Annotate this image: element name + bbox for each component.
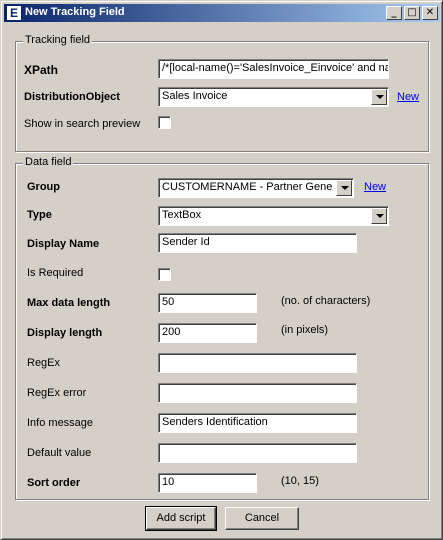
tracking-field-group-title: Tracking field bbox=[23, 34, 93, 46]
info-message-input[interactable]: Senders Identification bbox=[158, 413, 357, 433]
display-name-label: Display Name bbox=[27, 238, 100, 250]
group-select[interactable]: CUSTOMERNAME - Partner General bbox=[158, 178, 354, 198]
dialog-window: E New Tracking Field _ □ ✕ Tracking fiel… bbox=[0, 0, 443, 540]
display-length-hint: (in pixels) bbox=[281, 324, 329, 336]
xpath-input[interactable]: /*[local-name()='SalesInvoice_Einvoice' … bbox=[158, 59, 389, 79]
type-select[interactable]: TextBox bbox=[158, 206, 389, 226]
max-data-length-label: Max data length bbox=[27, 297, 111, 309]
regex-input[interactable] bbox=[158, 353, 357, 373]
type-dropdown-button[interactable] bbox=[371, 208, 387, 224]
app-icon: E bbox=[6, 5, 22, 21]
sort-order-label: Sort order bbox=[27, 477, 81, 489]
sort-order-hint: (10, 15) bbox=[281, 475, 319, 487]
xpath-label: XPath bbox=[24, 63, 59, 77]
max-data-length-hint: (no. of characters) bbox=[281, 295, 371, 307]
chevron-down-icon bbox=[376, 95, 384, 99]
title-bar[interactable]: E New Tracking Field _ □ ✕ bbox=[4, 4, 440, 22]
data-field-group-title: Data field bbox=[23, 156, 74, 168]
distribution-object-label: DistributionObject bbox=[24, 91, 120, 103]
chevron-down-icon bbox=[376, 214, 384, 218]
group-label: Group bbox=[27, 181, 60, 193]
info-message-label: Info message bbox=[27, 417, 94, 429]
distribution-object-value: Sales Invoice bbox=[162, 90, 228, 102]
group-select-value: CUSTOMERNAME - Partner General bbox=[162, 181, 333, 193]
show-in-search-preview-label: Show in search preview bbox=[24, 118, 141, 130]
display-name-input[interactable]: Sender Id bbox=[158, 233, 357, 253]
sort-order-input[interactable]: 10 bbox=[158, 473, 257, 493]
distribution-object-dropdown-button[interactable] bbox=[371, 89, 387, 105]
default-value-input[interactable] bbox=[158, 443, 357, 463]
close-button[interactable]: ✕ bbox=[422, 6, 438, 20]
new-group-link[interactable]: New bbox=[364, 181, 386, 193]
type-select-value: TextBox bbox=[162, 209, 202, 221]
type-label: Type bbox=[27, 209, 52, 221]
add-script-button[interactable]: Add script bbox=[145, 506, 217, 531]
show-in-search-preview-checkbox[interactable] bbox=[158, 116, 171, 129]
maximize-button[interactable]: □ bbox=[404, 6, 420, 20]
group-dropdown-button[interactable] bbox=[336, 180, 352, 196]
minimize-button[interactable]: _ bbox=[386, 6, 402, 20]
regex-error-label: RegEx error bbox=[27, 387, 87, 399]
chevron-down-icon bbox=[341, 186, 349, 190]
regex-label: RegEx bbox=[27, 357, 61, 369]
default-value-label: Default value bbox=[27, 447, 92, 459]
window-title: New Tracking Field bbox=[25, 6, 125, 18]
is-required-label: Is Required bbox=[27, 267, 84, 279]
regex-error-input[interactable] bbox=[158, 383, 357, 403]
display-length-input[interactable]: 200 bbox=[158, 323, 257, 343]
distribution-object-select[interactable]: Sales Invoice bbox=[158, 87, 389, 107]
display-length-label: Display length bbox=[27, 327, 103, 339]
new-distribution-object-link[interactable]: New bbox=[397, 91, 419, 103]
cancel-button[interactable]: Cancel bbox=[225, 507, 299, 530]
max-data-length-input[interactable]: 50 bbox=[158, 293, 257, 313]
is-required-checkbox[interactable] bbox=[158, 268, 171, 281]
